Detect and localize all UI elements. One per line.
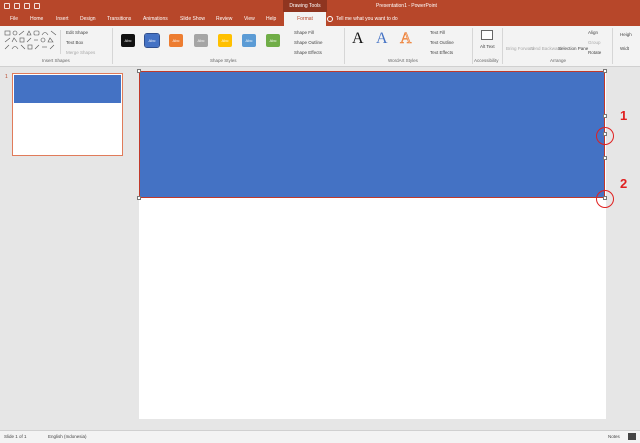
language-indicator[interactable]: English (Indonesia) — [48, 434, 87, 439]
tab-review[interactable]: Review — [216, 12, 232, 26]
tab-animations[interactable]: Animations — [143, 12, 168, 26]
shapes-gallery[interactable] — [4, 30, 58, 56]
wordart-style-black[interactable]: A — [352, 30, 364, 48]
resize-handle-top-right[interactable] — [603, 69, 607, 73]
save-icon[interactable] — [4, 3, 10, 9]
tab-slide-show[interactable]: Slide Show — [180, 12, 205, 26]
style-swatch[interactable]: Abc — [218, 34, 232, 47]
merge-shapes-button[interactable]: Merge Shapes — [66, 50, 95, 55]
notes-button[interactable]: Notes — [608, 434, 620, 439]
style-swatch[interactable]: Abc — [144, 33, 160, 48]
comments-icon[interactable] — [628, 433, 636, 440]
start-presentation-icon[interactable] — [34, 3, 40, 9]
tab-format[interactable]: Format — [284, 12, 326, 26]
group-divider — [112, 28, 113, 64]
blue-rectangle-shape[interactable] — [139, 71, 605, 198]
tab-transitions[interactable]: Transitions — [107, 12, 131, 26]
resize-handle-bottom-left[interactable] — [137, 196, 141, 200]
tab-help[interactable]: Help — [266, 12, 276, 26]
drawing-tools-label: Drawing Tools — [283, 0, 327, 12]
height-field[interactable]: Heigh — [620, 32, 632, 37]
arrange-label: Arrange — [550, 58, 567, 63]
width-field[interactable]: Widt — [620, 46, 629, 51]
style-swatch[interactable]: Abc — [242, 34, 256, 47]
group-divider — [612, 28, 613, 64]
style-swatch[interactable]: Abc — [266, 34, 280, 47]
selection-pane-button[interactable]: Selection Pane — [558, 46, 588, 51]
send-backward-button[interactable]: Send Backward — [530, 46, 562, 51]
undo-icon[interactable] — [14, 3, 20, 9]
document-title: Presentation1 - PowerPoint — [376, 3, 437, 9]
tab-view[interactable]: View — [244, 12, 255, 26]
tell-me-search[interactable]: Tell me what you want to do — [327, 12, 398, 26]
lightbulb-icon — [327, 16, 333, 22]
group-divider — [344, 28, 345, 64]
rotate-button[interactable]: Rotate — [588, 50, 601, 55]
gallery-scroll[interactable] — [60, 30, 61, 54]
style-swatch[interactable]: Abc — [121, 34, 135, 47]
wordart-style-blue[interactable]: A — [376, 30, 388, 48]
wordart-style-orange[interactable]: A — [400, 30, 412, 48]
annotation-circle — [596, 127, 614, 145]
shape-outline-button[interactable]: Shape Outline — [294, 40, 323, 45]
tab-home[interactable]: Home — [30, 12, 43, 26]
style-swatch[interactable]: Abc — [194, 34, 208, 47]
text-effects-button[interactable]: Text Effects — [430, 50, 453, 55]
tab-design[interactable]: Design — [80, 12, 96, 26]
insert-shapes-label: Insert Shapes — [42, 58, 70, 63]
tab-file[interactable]: File — [10, 12, 18, 26]
slide-number: 1 — [5, 74, 8, 80]
alt-text-button[interactable]: Alt Text — [480, 44, 495, 49]
group-divider — [472, 28, 473, 64]
shape-effects-button[interactable]: Shape Effects — [294, 50, 322, 55]
tell-me-text: Tell me what you want to do — [336, 16, 398, 22]
edit-shape-button[interactable]: Edit Shape — [66, 30, 88, 35]
slide-info: Slide 1 of 1 — [4, 434, 27, 439]
shape-styles-label: Shape Styles — [210, 58, 237, 63]
text-outline-button[interactable]: Text Outline — [430, 40, 454, 45]
wordart-styles-label: WordArt Styles — [388, 58, 418, 63]
shape-fill-button[interactable]: Shape Fill — [294, 30, 314, 35]
group-button[interactable]: Group — [588, 40, 601, 45]
alt-text-icon — [481, 30, 493, 40]
quick-access-toolbar — [4, 1, 40, 11]
text-fill-button[interactable]: Text Fill — [430, 30, 445, 35]
style-swatch[interactable]: Abc — [169, 34, 183, 47]
align-button[interactable]: Align — [588, 30, 598, 35]
resize-handle-right-lower[interactable] — [603, 156, 607, 160]
resize-handle-right-upper[interactable] — [603, 114, 607, 118]
annotation-number: 1 — [620, 108, 628, 123]
text-box-button[interactable]: Text Box — [66, 40, 83, 45]
annotation-circle — [596, 190, 614, 208]
annotation-number: 2 — [620, 176, 628, 191]
tab-insert[interactable]: Insert — [56, 12, 69, 26]
status-bar: Slide 1 of 1 English (Indonesia) Notes — [0, 430, 640, 443]
resize-handle-top-left[interactable] — [137, 69, 141, 73]
thumbnail-shape — [14, 75, 121, 103]
accessibility-label: Accessibility — [474, 58, 499, 63]
group-divider — [502, 28, 503, 64]
redo-icon[interactable] — [24, 3, 30, 9]
